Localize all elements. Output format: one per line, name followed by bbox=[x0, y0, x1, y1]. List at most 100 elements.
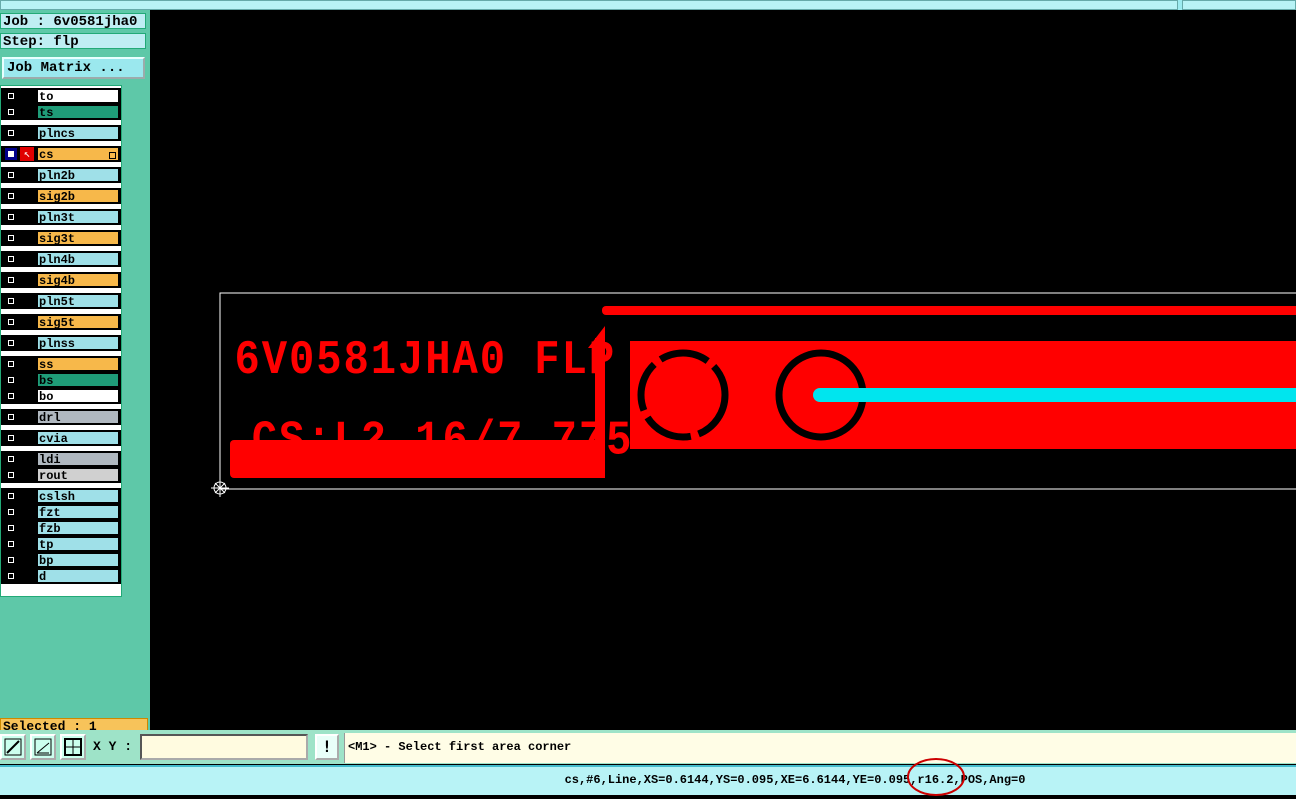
zoom-area-button[interactable] bbox=[0, 734, 26, 760]
layer-name[interactable]: pln4b bbox=[37, 252, 119, 267]
layer-name[interactable]: pln5t bbox=[37, 294, 119, 309]
layer-row-ss[interactable]: ss bbox=[1, 356, 121, 372]
layer-name[interactable]: cs bbox=[37, 147, 119, 162]
layer-name[interactable]: sig2b bbox=[37, 189, 119, 204]
layer-name[interactable]: to bbox=[37, 89, 119, 104]
layer-name[interactable]: ts bbox=[37, 105, 119, 120]
warning-button[interactable]: ! bbox=[315, 734, 339, 760]
prompt-message: <M1> - Select first area corner bbox=[344, 733, 1296, 763]
xy-input[interactable] bbox=[140, 734, 308, 760]
layer-name[interactable]: drl bbox=[37, 410, 119, 425]
layer-checkbox-pln3t[interactable] bbox=[5, 211, 17, 223]
layer-row-bo[interactable]: bo bbox=[1, 388, 121, 404]
layer-checkbox-plnss[interactable] bbox=[5, 337, 17, 349]
xy-label: X Y : bbox=[93, 739, 133, 754]
layer-checkbox-bs[interactable] bbox=[5, 374, 17, 386]
layer-row-bs[interactable]: bs bbox=[1, 372, 121, 388]
layer-checkbox-fzb[interactable] bbox=[5, 522, 17, 534]
layer-name[interactable]: plnss bbox=[37, 336, 119, 351]
layer-row-sig4b[interactable]: sig4b bbox=[1, 272, 121, 288]
layer-name[interactable]: cvia bbox=[37, 431, 119, 446]
layer-name[interactable]: pln2b bbox=[37, 168, 119, 183]
command-bar: X Y : ! <M1> - Select first area corner bbox=[0, 730, 1296, 764]
layer-name[interactable]: tp bbox=[37, 537, 119, 552]
layer-row-pln3t[interactable]: pln3t bbox=[1, 209, 121, 225]
layer-row-sig3t[interactable]: sig3t bbox=[1, 230, 121, 246]
layer-checkbox-sig5t[interactable] bbox=[5, 316, 17, 328]
grid-snap-button[interactable] bbox=[60, 734, 86, 760]
layer-row-sig5t[interactable]: sig5t bbox=[1, 314, 121, 330]
layer-checkbox-fzt[interactable] bbox=[5, 506, 17, 518]
layer-name[interactable]: ss bbox=[37, 357, 119, 372]
layer-name[interactable]: bp bbox=[37, 553, 119, 568]
layer-row-cs[interactable]: ↖ cs bbox=[1, 146, 121, 162]
layer-checkbox-pln5t[interactable] bbox=[5, 295, 17, 307]
layer-checkbox-d[interactable] bbox=[5, 570, 17, 582]
layer-row-fzt[interactable]: fzt bbox=[1, 504, 121, 520]
layer-name[interactable]: ldi bbox=[37, 452, 119, 467]
job-name: Job : 6v0581jha0 bbox=[0, 13, 146, 30]
job-matrix-button[interactable]: Job Matrix ... bbox=[2, 57, 145, 79]
layer-name[interactable]: pln3t bbox=[37, 210, 119, 225]
layer-checkbox-bp[interactable] bbox=[5, 554, 17, 566]
layer-checkbox-bo[interactable] bbox=[5, 390, 17, 402]
layer-checkbox-rout[interactable] bbox=[5, 469, 17, 481]
layer-name[interactable]: bs bbox=[37, 373, 119, 388]
layer-name[interactable]: bo bbox=[37, 389, 119, 404]
layer-row-rout[interactable]: rout bbox=[1, 467, 121, 483]
layer-list: to ts plncs ↖ cs pln2b sig2b pln3t sig3t pln4b sig… bbox=[0, 85, 122, 597]
layer-checkbox-cvia[interactable] bbox=[5, 432, 17, 444]
layer-row-ts[interactable]: ts bbox=[1, 104, 121, 120]
layer-checkbox-pln4b[interactable] bbox=[5, 253, 17, 265]
board-text-line1: 6V0581JHA0 FLP bbox=[234, 333, 616, 388]
layer-row-cvia[interactable]: cvia bbox=[1, 430, 121, 446]
layer-flag-icon bbox=[109, 152, 116, 159]
layer-row-drl[interactable]: drl bbox=[1, 409, 121, 425]
layer-checkbox-sig3t[interactable] bbox=[5, 232, 17, 244]
layer-checkbox-ss[interactable] bbox=[5, 358, 17, 370]
layer-checkbox-plncs[interactable] bbox=[5, 127, 17, 139]
origin-crosshair-icon bbox=[211, 479, 229, 497]
layer-row-plnss[interactable]: plnss bbox=[1, 335, 121, 351]
layer-checkbox-sig4b[interactable] bbox=[5, 274, 17, 286]
layer-row-pln4b[interactable]: pln4b bbox=[1, 251, 121, 267]
layer-name[interactable]: fzt bbox=[37, 505, 119, 520]
layer-row-ldi[interactable]: ldi bbox=[1, 451, 121, 467]
layer-row-cslsh[interactable]: cslsh bbox=[1, 488, 121, 504]
layer-row-plncs[interactable]: plncs bbox=[1, 125, 121, 141]
measure-icon bbox=[34, 738, 52, 756]
layer-checkbox-cs[interactable] bbox=[5, 148, 17, 160]
layer-checkbox-drl[interactable] bbox=[5, 411, 17, 423]
grid-snap-icon bbox=[64, 738, 82, 756]
layer-checkbox-ts[interactable] bbox=[5, 106, 17, 118]
layer-name[interactable]: rout bbox=[37, 468, 119, 483]
layer-name[interactable]: plncs bbox=[37, 126, 119, 141]
layer-checkbox-cslsh[interactable] bbox=[5, 490, 17, 502]
layer-name[interactable]: sig4b bbox=[37, 273, 119, 288]
warning-icon: ! bbox=[322, 737, 332, 756]
layer-row-fzb[interactable]: fzb bbox=[1, 520, 121, 536]
layer-row-bp[interactable]: bp bbox=[1, 552, 121, 568]
graphic-canvas[interactable]: 6V0581JHA0 FLP CS:L2 16/7.775 bbox=[150, 10, 1296, 730]
layer-name[interactable]: sig5t bbox=[37, 315, 119, 330]
layer-row-to[interactable]: to bbox=[1, 88, 121, 104]
work-layer-arrow-icon: ↖ bbox=[20, 147, 34, 161]
layer-checkbox-tp[interactable] bbox=[5, 538, 17, 550]
layer-checkbox-to[interactable] bbox=[5, 90, 17, 102]
board-view[interactable]: 6V0581JHA0 FLP CS:L2 16/7.775 bbox=[150, 10, 1296, 730]
layer-checkbox-ldi[interactable] bbox=[5, 453, 17, 465]
layer-checkbox-pln2b[interactable] bbox=[5, 169, 17, 181]
layer-row-d[interactable]: d bbox=[1, 568, 121, 584]
layer-name[interactable]: d bbox=[37, 569, 119, 584]
layer-row-sig2b[interactable]: sig2b bbox=[1, 188, 121, 204]
measure-button[interactable] bbox=[30, 734, 56, 760]
layer-name[interactable]: cslsh bbox=[37, 489, 119, 504]
layer-name[interactable]: fzb bbox=[37, 521, 119, 536]
layer-name[interactable]: sig3t bbox=[37, 231, 119, 246]
layer-row-tp[interactable]: tp bbox=[1, 536, 121, 552]
layer-row-pln2b[interactable]: pln2b bbox=[1, 167, 121, 183]
layer-checkbox-sig2b[interactable] bbox=[5, 190, 17, 202]
layer-row-pln5t[interactable]: pln5t bbox=[1, 293, 121, 309]
status-bar: cs,#6,Line,XS=0.6144,YS=0.095,XE=6.6144,… bbox=[0, 758, 1296, 796]
copper-strip-top bbox=[602, 306, 1296, 315]
